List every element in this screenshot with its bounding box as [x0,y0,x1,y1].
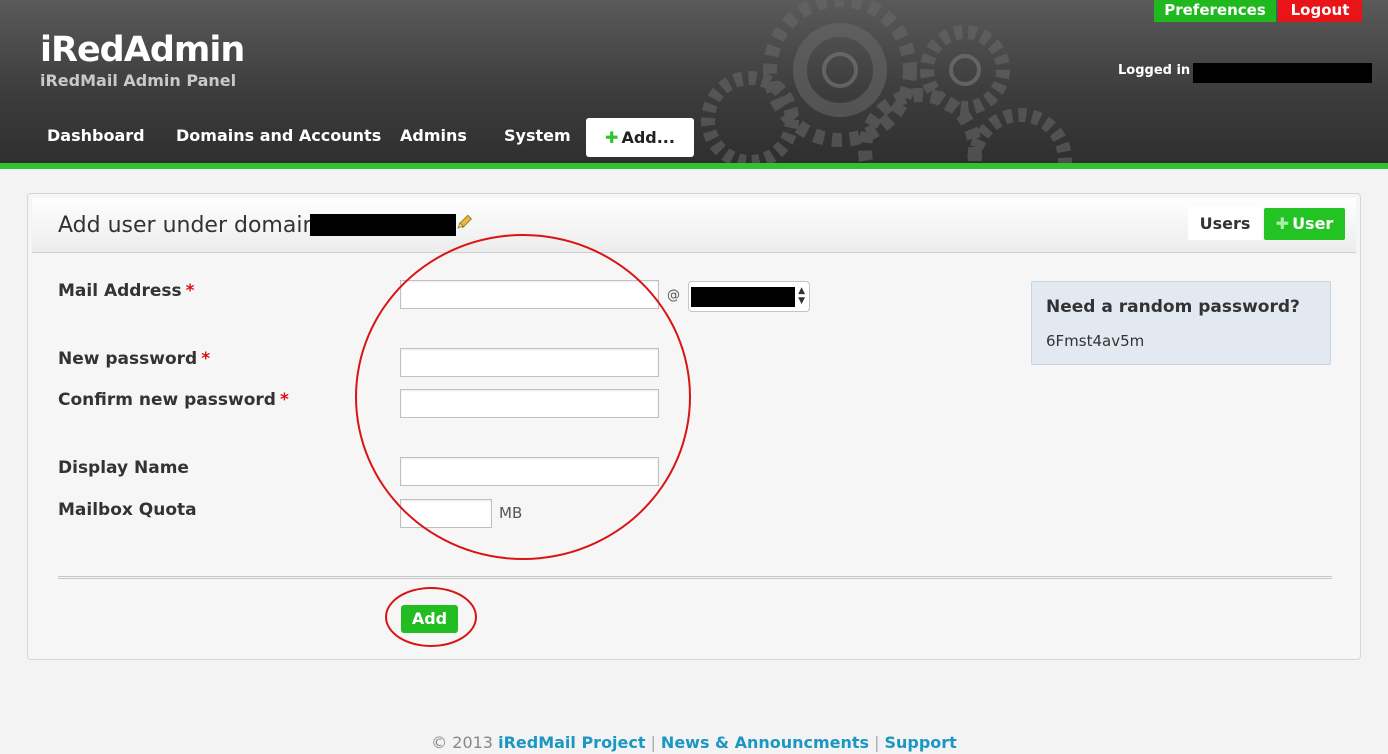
footer-support-link[interactable]: Support [884,733,956,752]
footer-news-link[interactable]: News & Announcments [661,733,869,752]
nav-add-button[interactable]: ✚ Add... [586,118,694,157]
header-accent-bar [0,163,1388,169]
preferences-button[interactable]: Preferences [1154,0,1276,22]
users-tab[interactable]: Users [1188,207,1262,240]
confirm-password-label: Confirm new password * [58,390,289,410]
at-sign: @ [667,288,680,303]
add-user-button[interactable]: ✚ User [1264,208,1345,240]
footer-project-link[interactable]: iRedMail Project [498,733,645,752]
edit-pencil-icon[interactable] [456,212,474,230]
gears-decoration-icon [701,0,1072,165]
footer-separator: | [650,733,656,752]
display-name-label: Display Name [58,458,189,478]
random-password-value: 6Fmst4av5m [1046,332,1145,350]
random-password-box: Need a random password? 6Fmst4av5m [1031,281,1331,365]
redacted-domain [310,214,456,236]
required-marker: * [185,281,195,301]
annotation-circle-add [385,587,477,647]
required-marker: * [279,390,289,410]
select-arrows-icon: ▲ ▼ [798,286,805,306]
add-user-label: User [1292,214,1334,233]
logout-button[interactable]: Logout [1278,0,1362,22]
nav-admins[interactable]: Admins [400,126,467,145]
required-marker: * [201,349,211,369]
redacted-username [1193,63,1372,83]
header: iRedAdmin iRedMail Admin Panel Preferenc… [0,0,1388,165]
plus-icon: ✚ [605,128,619,147]
brand-title: iRedAdmin [40,30,245,70]
add-user-panel: Add user under domain: Users ✚ User Mail … [27,193,1361,660]
footer-separator: | [874,733,880,752]
footer-copyright: © 2013 [431,733,493,752]
redacted-domain-option [691,287,795,307]
footer: © 2013 iRedMail Project | News & Announcme… [0,733,1388,752]
nav-domains-and-accounts[interactable]: Domains and Accounts [176,126,381,145]
plus-icon: ✚ [1275,214,1290,233]
page-title: Add user under domain: [58,213,324,238]
mailbox-quota-label: Mailbox Quota [58,500,197,520]
new-password-label: New password * [58,349,211,369]
brand-subtitle: iRedMail Admin Panel [40,71,237,90]
annotation-circle [355,234,691,560]
logged-in-label: Logged in a [1118,63,1204,78]
mail-address-label: Mail Address * [58,281,195,301]
random-password-title: Need a random password? [1046,297,1300,317]
nav-dashboard[interactable]: Dashboard [47,126,145,145]
form-divider [58,576,1332,579]
nav-system[interactable]: System [504,126,571,145]
nav-add-label: Add... [621,128,675,147]
domain-select[interactable]: ▲ ▼ [688,281,810,312]
panel-header: Add user under domain: Users ✚ User [32,198,1356,253]
